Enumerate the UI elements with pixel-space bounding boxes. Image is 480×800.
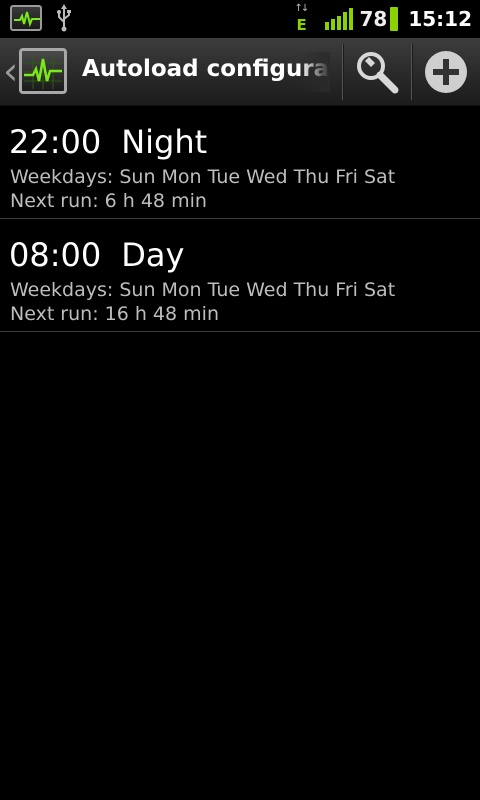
add-icon: [425, 51, 467, 93]
schedule-heading: 22:00 Night: [9, 123, 207, 161]
schedule-name: Night: [121, 123, 208, 161]
signal-strength-icon: [325, 8, 354, 30]
back-chevron-icon: ‹: [3, 49, 19, 93]
add-button[interactable]: [412, 38, 480, 106]
app-monitor-icon: [19, 48, 67, 94]
status-bar: ↑↓ E 78 15:12: [0, 0, 480, 38]
list-item[interactable]: 08:00 Day Weekdays: Sun Mon Tue Wed Thu F…: [0, 219, 480, 332]
app-monitor-icon: [10, 5, 42, 31]
status-clock: 15:12: [408, 7, 472, 31]
wrench-search-icon: [357, 52, 399, 94]
schedule-list: 22:00 Night Weekdays: Sun Mon Tue Wed Thu…: [0, 106, 480, 332]
schedule-heading: 08:00 Day: [9, 236, 184, 274]
schedule-time: 22:00: [9, 123, 102, 161]
schedule-weekdays: Weekdays: Sun Mon Tue Wed Thu Fri Sat: [10, 279, 396, 301]
page-title: Autoload configuratio: [82, 56, 328, 82]
battery-icon: [390, 7, 399, 31]
usb-icon: [56, 4, 72, 32]
edge-network-icon: ↑↓ E: [294, 3, 309, 35]
list-item[interactable]: 22:00 Night Weekdays: Sun Mon Tue Wed Thu…: [0, 106, 480, 219]
schedule-next-run: Next run: 16 h 48 min: [10, 303, 219, 325]
battery-percent: 78: [359, 7, 388, 31]
schedule-weekdays: Weekdays: Sun Mon Tue Wed Thu Fri Sat: [10, 166, 396, 188]
home-up-button[interactable]: ‹: [0, 38, 70, 106]
schedule-time: 08:00: [9, 236, 102, 274]
title-fade: [300, 52, 330, 92]
schedule-next-run: Next run: 6 h 48 min: [10, 190, 207, 212]
schedule-name: Day: [121, 236, 185, 274]
action-bar: ‹ Autoload configuratio: [0, 38, 480, 106]
search-tools-button[interactable]: [343, 38, 411, 106]
